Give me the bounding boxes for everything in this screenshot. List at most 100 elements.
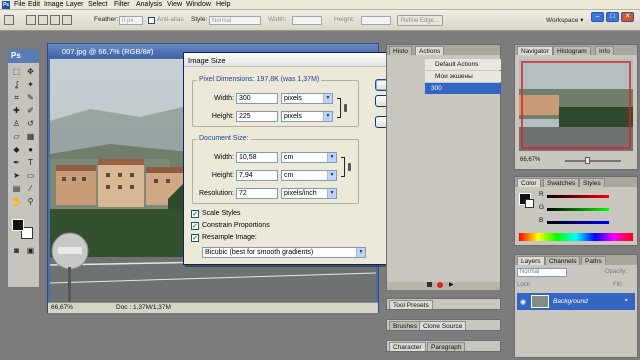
- tab-history[interactable]: Histo: [389, 46, 412, 55]
- screen-mode-icon[interactable]: ▣: [25, 245, 36, 256]
- history-brush-icon[interactable]: ↺: [25, 118, 36, 129]
- path-selection-icon[interactable]: ➤: [11, 170, 22, 181]
- shape-tool-icon[interactable]: ▭: [25, 170, 36, 181]
- menu-analysis[interactable]: Analysis: [136, 1, 162, 9]
- tab-layers[interactable]: Layers: [517, 256, 545, 265]
- tab-paths[interactable]: Paths: [581, 256, 606, 265]
- dodge-tool-icon[interactable]: ●: [25, 144, 36, 155]
- healing-brush-icon[interactable]: ✚: [11, 105, 22, 116]
- doc-size-info[interactable]: Doc : 1,37M/1,37M: [116, 303, 171, 313]
- new-selection-icon[interactable]: [26, 15, 36, 25]
- tab-actions[interactable]: Actions: [415, 46, 445, 55]
- tab-character[interactable]: Character: [389, 342, 426, 351]
- slice-tool-icon[interactable]: ✎: [25, 92, 36, 103]
- maximize-button[interactable]: □: [606, 12, 619, 22]
- brush-tool-icon[interactable]: ✐: [25, 105, 36, 116]
- hand-tool-icon[interactable]: ✋: [11, 196, 22, 207]
- pen-tool-icon[interactable]: ✒: [11, 157, 22, 168]
- navigator-zoom-slider[interactable]: [565, 160, 621, 162]
- navigator-thumbnail[interactable]: [519, 59, 633, 151]
- visibility-eye-icon[interactable]: ◉: [520, 298, 526, 306]
- tab-channels[interactable]: Channels: [545, 256, 581, 265]
- action-set-row[interactable]: Мои экшены: [425, 71, 501, 82]
- px-height-unit-select[interactable]: pixels ▼: [281, 111, 333, 122]
- px-width-unit-select[interactable]: pixels ▼: [281, 93, 333, 104]
- notes-tool-icon[interactable]: ▤: [11, 183, 22, 194]
- doc-height-input[interactable]: 7,94: [236, 170, 278, 181]
- menu-filter[interactable]: Filter: [114, 1, 130, 9]
- resample-image-checkbox[interactable]: ✓: [191, 234, 199, 242]
- r-slider[interactable]: [547, 195, 609, 198]
- play-icon[interactable]: ▶: [449, 282, 454, 288]
- app-icon[interactable]: Ps: [2, 1, 10, 9]
- tab-swatches[interactable]: Swatches: [543, 178, 580, 187]
- eyedropper-icon[interactable]: ⁄: [25, 183, 36, 194]
- add-selection-icon[interactable]: [38, 15, 48, 25]
- menu-help[interactable]: Help: [216, 1, 230, 9]
- style-select[interactable]: Normal: [209, 16, 261, 25]
- layer-row-background[interactable]: ◉ Background ▪: [517, 293, 635, 310]
- magic-wand-icon[interactable]: ✦: [25, 79, 36, 90]
- feather-input[interactable]: 0 px: [119, 16, 143, 25]
- width-input[interactable]: [292, 16, 322, 25]
- menu-layer[interactable]: Layer: [66, 1, 84, 9]
- blur-tool-icon[interactable]: ◆: [11, 144, 22, 155]
- px-height-input[interactable]: 225: [236, 111, 278, 122]
- stop-icon[interactable]: [427, 282, 432, 287]
- subtract-selection-icon[interactable]: [50, 15, 60, 25]
- resolution-unit-select[interactable]: pixels/inch ▼: [281, 188, 337, 199]
- workspace-menu[interactable]: Workspace ▾: [546, 16, 583, 24]
- tab-styles[interactable]: Styles: [579, 178, 605, 187]
- gradient-tool-icon[interactable]: ▦: [25, 131, 36, 142]
- color-bg-swatch[interactable]: [525, 199, 534, 208]
- quick-mask-icon[interactable]: ◙: [11, 245, 22, 256]
- menu-select[interactable]: Select: [88, 1, 107, 9]
- action-row-selected[interactable]: 300: [425, 83, 501, 94]
- doc-width-unit-select[interactable]: cm ▼: [281, 152, 337, 163]
- navigator-slider-thumb[interactable]: [585, 157, 590, 164]
- menu-image[interactable]: Image: [44, 1, 63, 9]
- zoom-tool-icon[interactable]: ⚲: [25, 196, 36, 207]
- record-icon[interactable]: [437, 282, 443, 288]
- tab-navigator[interactable]: Navigator: [517, 46, 553, 55]
- px-width-input[interactable]: 300: [236, 93, 278, 104]
- action-set-row[interactable]: Default Actions: [425, 59, 501, 70]
- scale-styles-checkbox[interactable]: ✓: [191, 210, 199, 218]
- tab-clone-source[interactable]: Clone Source: [419, 321, 467, 330]
- foreground-color-swatch[interactable]: [12, 219, 24, 231]
- move-tool-icon[interactable]: ✥: [25, 66, 36, 77]
- resample-method-select[interactable]: Bicubic (best for smooth gradients) ▼: [202, 247, 366, 258]
- tab-color[interactable]: Color: [517, 178, 541, 187]
- marquee-tool-icon[interactable]: ⬚: [11, 66, 22, 77]
- refine-edge-button[interactable]: Refine Edge...: [397, 15, 443, 26]
- constrain-proportions-checkbox[interactable]: ✓: [191, 222, 199, 230]
- type-tool-icon[interactable]: T: [25, 157, 36, 168]
- menu-window[interactable]: Window: [186, 1, 211, 9]
- eraser-tool-icon[interactable]: ▱: [11, 131, 22, 142]
- blend-mode-select[interactable]: Normal: [517, 268, 567, 277]
- doc-height-unit-select[interactable]: cm ▼: [281, 170, 337, 181]
- lasso-tool-icon[interactable]: ʆ: [11, 79, 22, 90]
- doc-width-input[interactable]: 10,58: [236, 152, 278, 163]
- clone-stamp-icon[interactable]: ♙: [11, 118, 22, 129]
- marquee-preset-icon[interactable]: [4, 15, 14, 25]
- menu-edit[interactable]: Edit: [28, 1, 40, 9]
- navigator-zoom[interactable]: 66,67%: [520, 157, 540, 163]
- antialias-checkbox[interactable]: [148, 17, 155, 24]
- tab-histogram[interactable]: Histogram: [553, 46, 591, 55]
- tab-tool-presets[interactable]: Tool Presets: [389, 300, 433, 309]
- resolution-input[interactable]: 72: [236, 188, 278, 199]
- b-slider[interactable]: [547, 221, 609, 224]
- minimize-button[interactable]: –: [591, 12, 604, 22]
- g-slider[interactable]: [547, 208, 609, 211]
- tab-brushes[interactable]: Brushes: [389, 321, 421, 330]
- color-spectrum-ramp[interactable]: [519, 233, 633, 241]
- zoom-readout[interactable]: 66,67%: [51, 303, 73, 313]
- crop-tool-icon[interactable]: ⌗: [11, 92, 22, 103]
- menu-view[interactable]: View: [167, 1, 182, 9]
- tab-paragraph[interactable]: Paragraph: [427, 342, 466, 351]
- intersect-selection-icon[interactable]: [62, 15, 72, 25]
- tab-info[interactable]: Info: [595, 46, 614, 55]
- close-button[interactable]: ✕: [621, 12, 634, 22]
- menu-file[interactable]: File: [14, 1, 25, 9]
